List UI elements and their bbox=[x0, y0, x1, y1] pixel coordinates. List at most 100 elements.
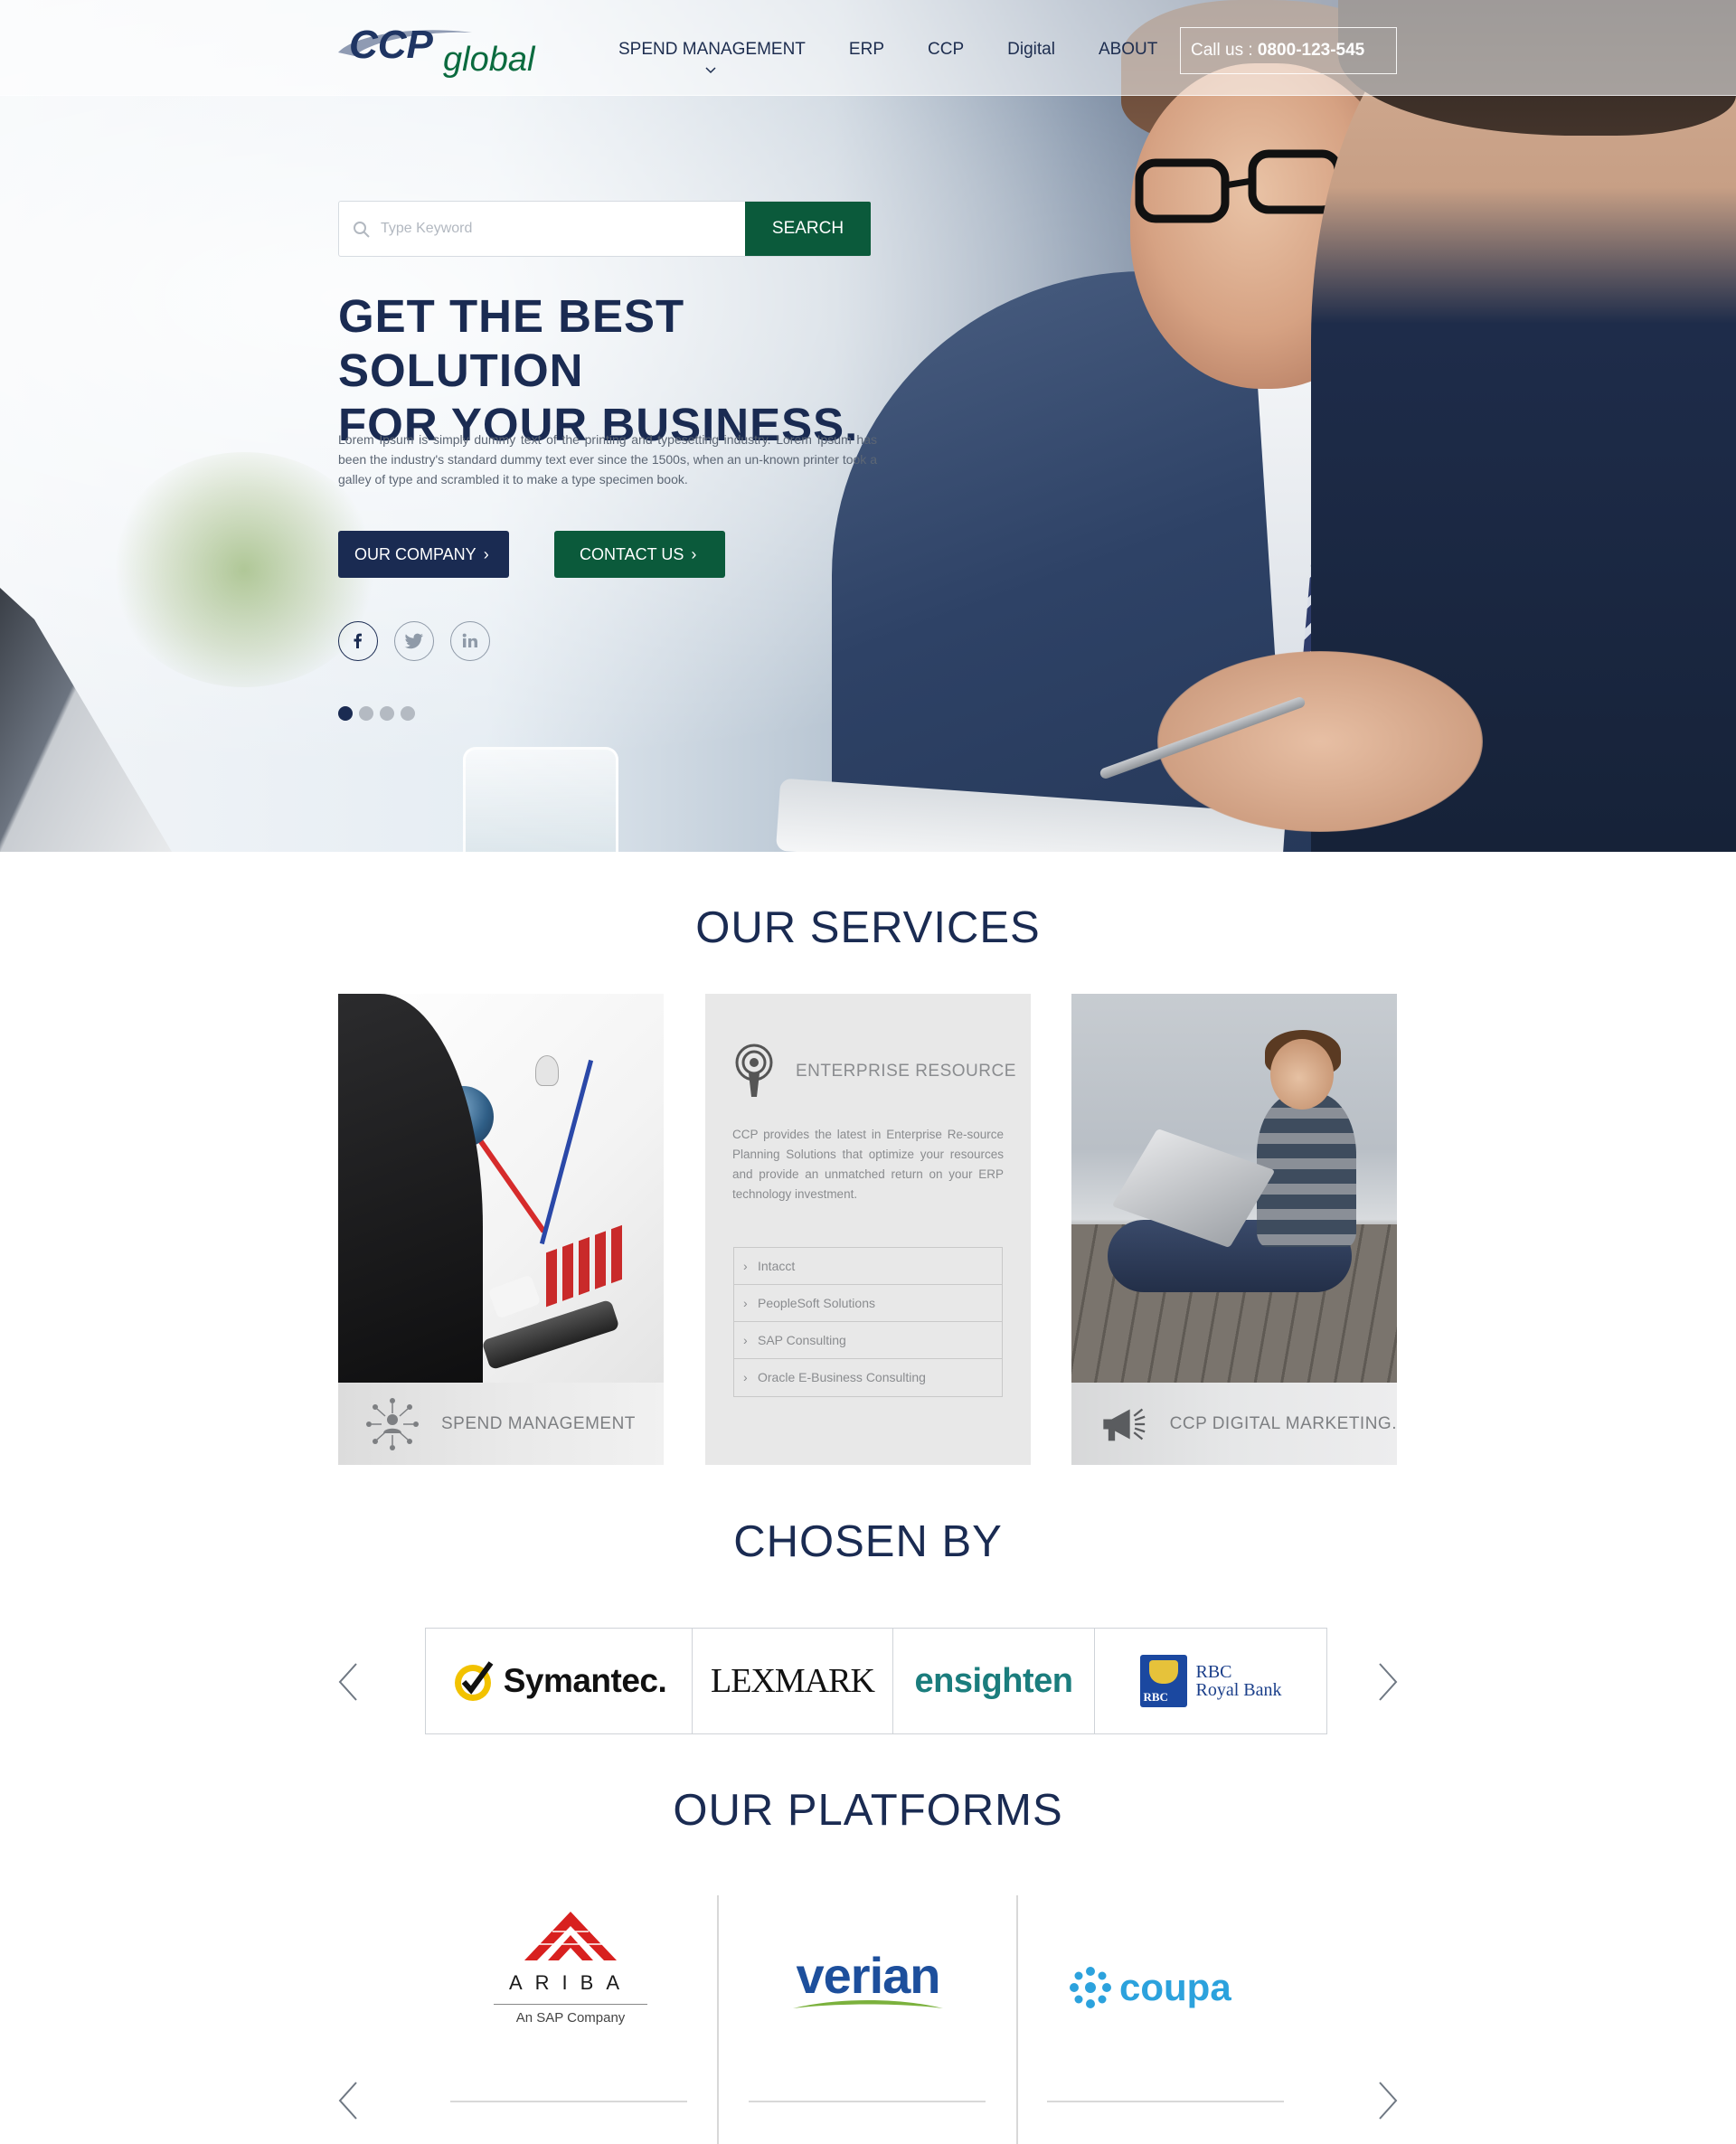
facebook-icon[interactable] bbox=[338, 621, 378, 661]
chosen-by-title: CHOSEN BY bbox=[733, 1517, 1003, 1566]
megaphone-icon bbox=[1103, 1408, 1146, 1440]
nav-label: SPEND MANAGEMENT bbox=[618, 40, 806, 59]
client-symantec[interactable]: Symantec. bbox=[426, 1629, 693, 1733]
slider-dot-1[interactable] bbox=[338, 706, 353, 721]
contact-us-button[interactable]: CONTACT US › bbox=[554, 531, 725, 578]
main-nav: SPEND MANAGEMENT ERP CCP Digital ABOUT bbox=[618, 40, 1201, 74]
rbc-line-2: Royal Bank bbox=[1195, 1680, 1282, 1700]
platforms-prev-arrow-icon[interactable] bbox=[331, 2073, 367, 2128]
client-ensighten[interactable]: ensighten bbox=[893, 1629, 1095, 1733]
symantec-check-icon bbox=[454, 1661, 494, 1701]
search-bar: SEARCH bbox=[338, 201, 872, 257]
service-card-digital-marketing[interactable]: CCP DIGITAL MARKETING. bbox=[1071, 994, 1397, 1465]
platform-ariba[interactable]: ARIBA An SAP Company bbox=[486, 1908, 655, 2026]
hero-description: Lorem Ipsum is simply dummy text of the … bbox=[338, 432, 877, 486]
client-lexmark[interactable]: LEXMARK bbox=[693, 1629, 893, 1733]
nav-label: ERP bbox=[848, 40, 884, 59]
chevron-right-icon: › bbox=[743, 1296, 748, 1310]
call-us-label: Call us : bbox=[1191, 41, 1253, 60]
broadcast-pin-icon bbox=[735, 1044, 773, 1097]
search-button[interactable]: SEARCH bbox=[745, 202, 871, 256]
blue-arrow-graphic bbox=[539, 1059, 594, 1245]
nav-label: CCP bbox=[928, 40, 965, 59]
chevron-right-icon: › bbox=[691, 545, 697, 563]
slider-dot-3[interactable] bbox=[380, 706, 394, 721]
erp-link-intacct[interactable]: › Intacct bbox=[734, 1248, 1002, 1285]
digital-marketing-image bbox=[1071, 994, 1397, 1383]
person-face bbox=[1270, 1039, 1334, 1110]
platforms-next-arrow-icon[interactable] bbox=[1369, 2073, 1405, 2128]
slider-dot-2[interactable] bbox=[359, 706, 373, 721]
slider-dots bbox=[338, 706, 415, 721]
platforms-title: OUR PLATFORMS bbox=[673, 1786, 1063, 1835]
verian-logo-text: verian bbox=[796, 1947, 941, 2004]
service-card-spend-management[interactable]: SPEND MANAGEMENT bbox=[338, 994, 664, 1465]
symantec-logo-text: Symantec. bbox=[503, 1662, 667, 1699]
slider-dot-4[interactable] bbox=[401, 706, 415, 721]
erp-link-peoplesoft[interactable]: › PeopleSoft Solutions bbox=[734, 1285, 1002, 1322]
our-company-button[interactable]: OUR COMPANY › bbox=[338, 531, 509, 578]
digital-marketing-label: CCP DIGITAL MARKETING. bbox=[1169, 1413, 1397, 1433]
twitter-icon[interactable] bbox=[394, 621, 434, 661]
ariba-logo-text: ARIBA bbox=[508, 1971, 633, 1994]
platform-underline-2 bbox=[749, 2101, 986, 2102]
erp-link-oracle[interactable]: › Oracle E-Business Consulting bbox=[734, 1359, 1002, 1396]
businessman-suit bbox=[338, 994, 483, 1383]
our-company-label: OUR COMPANY bbox=[354, 545, 476, 563]
platform-verian[interactable]: verian bbox=[769, 1946, 967, 2012]
erp-link-sap[interactable]: › SAP Consulting bbox=[734, 1322, 1002, 1359]
nav-erp[interactable]: ERP bbox=[849, 40, 884, 60]
rbc-box-tag: RBC bbox=[1143, 1690, 1168, 1704]
ccp-global-logo[interactable]: CCP global bbox=[336, 16, 553, 80]
spend-management-footer: SPEND MANAGEMENT bbox=[338, 1383, 664, 1465]
erp-link-label: Intacct bbox=[758, 1259, 796, 1273]
digital-marketing-footer: CCP DIGITAL MARKETING. bbox=[1071, 1383, 1397, 1465]
nav-about[interactable]: ABOUT bbox=[1099, 40, 1157, 60]
platform-coupa[interactable]: coupa bbox=[1067, 1964, 1266, 2011]
nav-label: Digital bbox=[1007, 40, 1055, 59]
spend-management-image bbox=[338, 994, 664, 1383]
platform-underline-1 bbox=[450, 2101, 687, 2102]
bar-graph-graphic bbox=[546, 1223, 627, 1308]
site-header: CCP global SPEND MANAGEMENT ERP CCP Digi… bbox=[0, 0, 1736, 96]
nav-ccp[interactable]: CCP bbox=[928, 40, 964, 60]
spend-management-label: SPEND MANAGEMENT bbox=[441, 1413, 636, 1433]
platform-underline-3 bbox=[1047, 2101, 1284, 2102]
chevron-right-icon: › bbox=[743, 1259, 748, 1273]
rbc-line-1: RBC bbox=[1195, 1662, 1232, 1682]
erp-link-label: SAP Consulting bbox=[758, 1333, 846, 1347]
erp-link-label: Oracle E-Business Consulting bbox=[758, 1370, 926, 1384]
ariba-roof-icon bbox=[524, 1912, 617, 1960]
verian-swoosh-icon bbox=[793, 2000, 943, 2008]
chevron-down-icon bbox=[705, 67, 716, 74]
clients-strip: Symantec. LEXMARK ensighten RBC RBC Roya… bbox=[425, 1628, 1327, 1734]
call-us-number: 0800-123-545 bbox=[1257, 41, 1365, 60]
lexmark-logo-text: LEXMARK bbox=[711, 1662, 875, 1700]
linkedin-icon[interactable] bbox=[450, 621, 490, 661]
platform-divider-1 bbox=[717, 1895, 719, 2144]
erp-description: CCP provides the latest in Enterprise Re… bbox=[732, 1128, 1004, 1201]
nav-digital[interactable]: Digital bbox=[1007, 40, 1055, 60]
hero-water-glass bbox=[463, 747, 618, 852]
logo-global-text: global bbox=[443, 41, 536, 79]
platform-divider-2 bbox=[1016, 1895, 1018, 2144]
chosen-prev-arrow-icon[interactable] bbox=[331, 1655, 367, 1709]
logo-ccp-text: CCP bbox=[349, 23, 434, 67]
hero-headline: GET THE BEST SOLUTION FOR YOUR BUSINESS. bbox=[338, 290, 859, 450]
erp-header: ENTERPRISE RESOURCE bbox=[732, 1043, 1016, 1100]
erp-link-label: PeopleSoft Solutions bbox=[758, 1296, 875, 1310]
coupa-logo-text: coupa bbox=[1119, 1966, 1231, 2008]
rbc-logo-text: RBC Royal Bank bbox=[1196, 1663, 1282, 1699]
lightbulb-graphic bbox=[535, 1055, 559, 1086]
client-rbc[interactable]: RBC RBC Royal Bank bbox=[1095, 1629, 1326, 1733]
ariba-subtitle: An SAP Company bbox=[515, 2010, 626, 2026]
erp-title: ENTERPRISE RESOURCE bbox=[796, 1062, 1016, 1081]
ariba-divider-line bbox=[494, 2004, 647, 2005]
erp-links-list: › Intacct › PeopleSoft Solutions › SAP Cons… bbox=[733, 1247, 1003, 1397]
chosen-next-arrow-icon[interactable] bbox=[1369, 1655, 1405, 1709]
contact-us-label: CONTACT US bbox=[580, 545, 684, 563]
search-input[interactable] bbox=[339, 202, 745, 256]
nav-spend-management[interactable]: SPEND MANAGEMENT bbox=[618, 40, 806, 74]
call-us-box[interactable]: Call us : 0800-123-545 bbox=[1180, 27, 1397, 74]
shirt-cuff bbox=[487, 1274, 542, 1319]
